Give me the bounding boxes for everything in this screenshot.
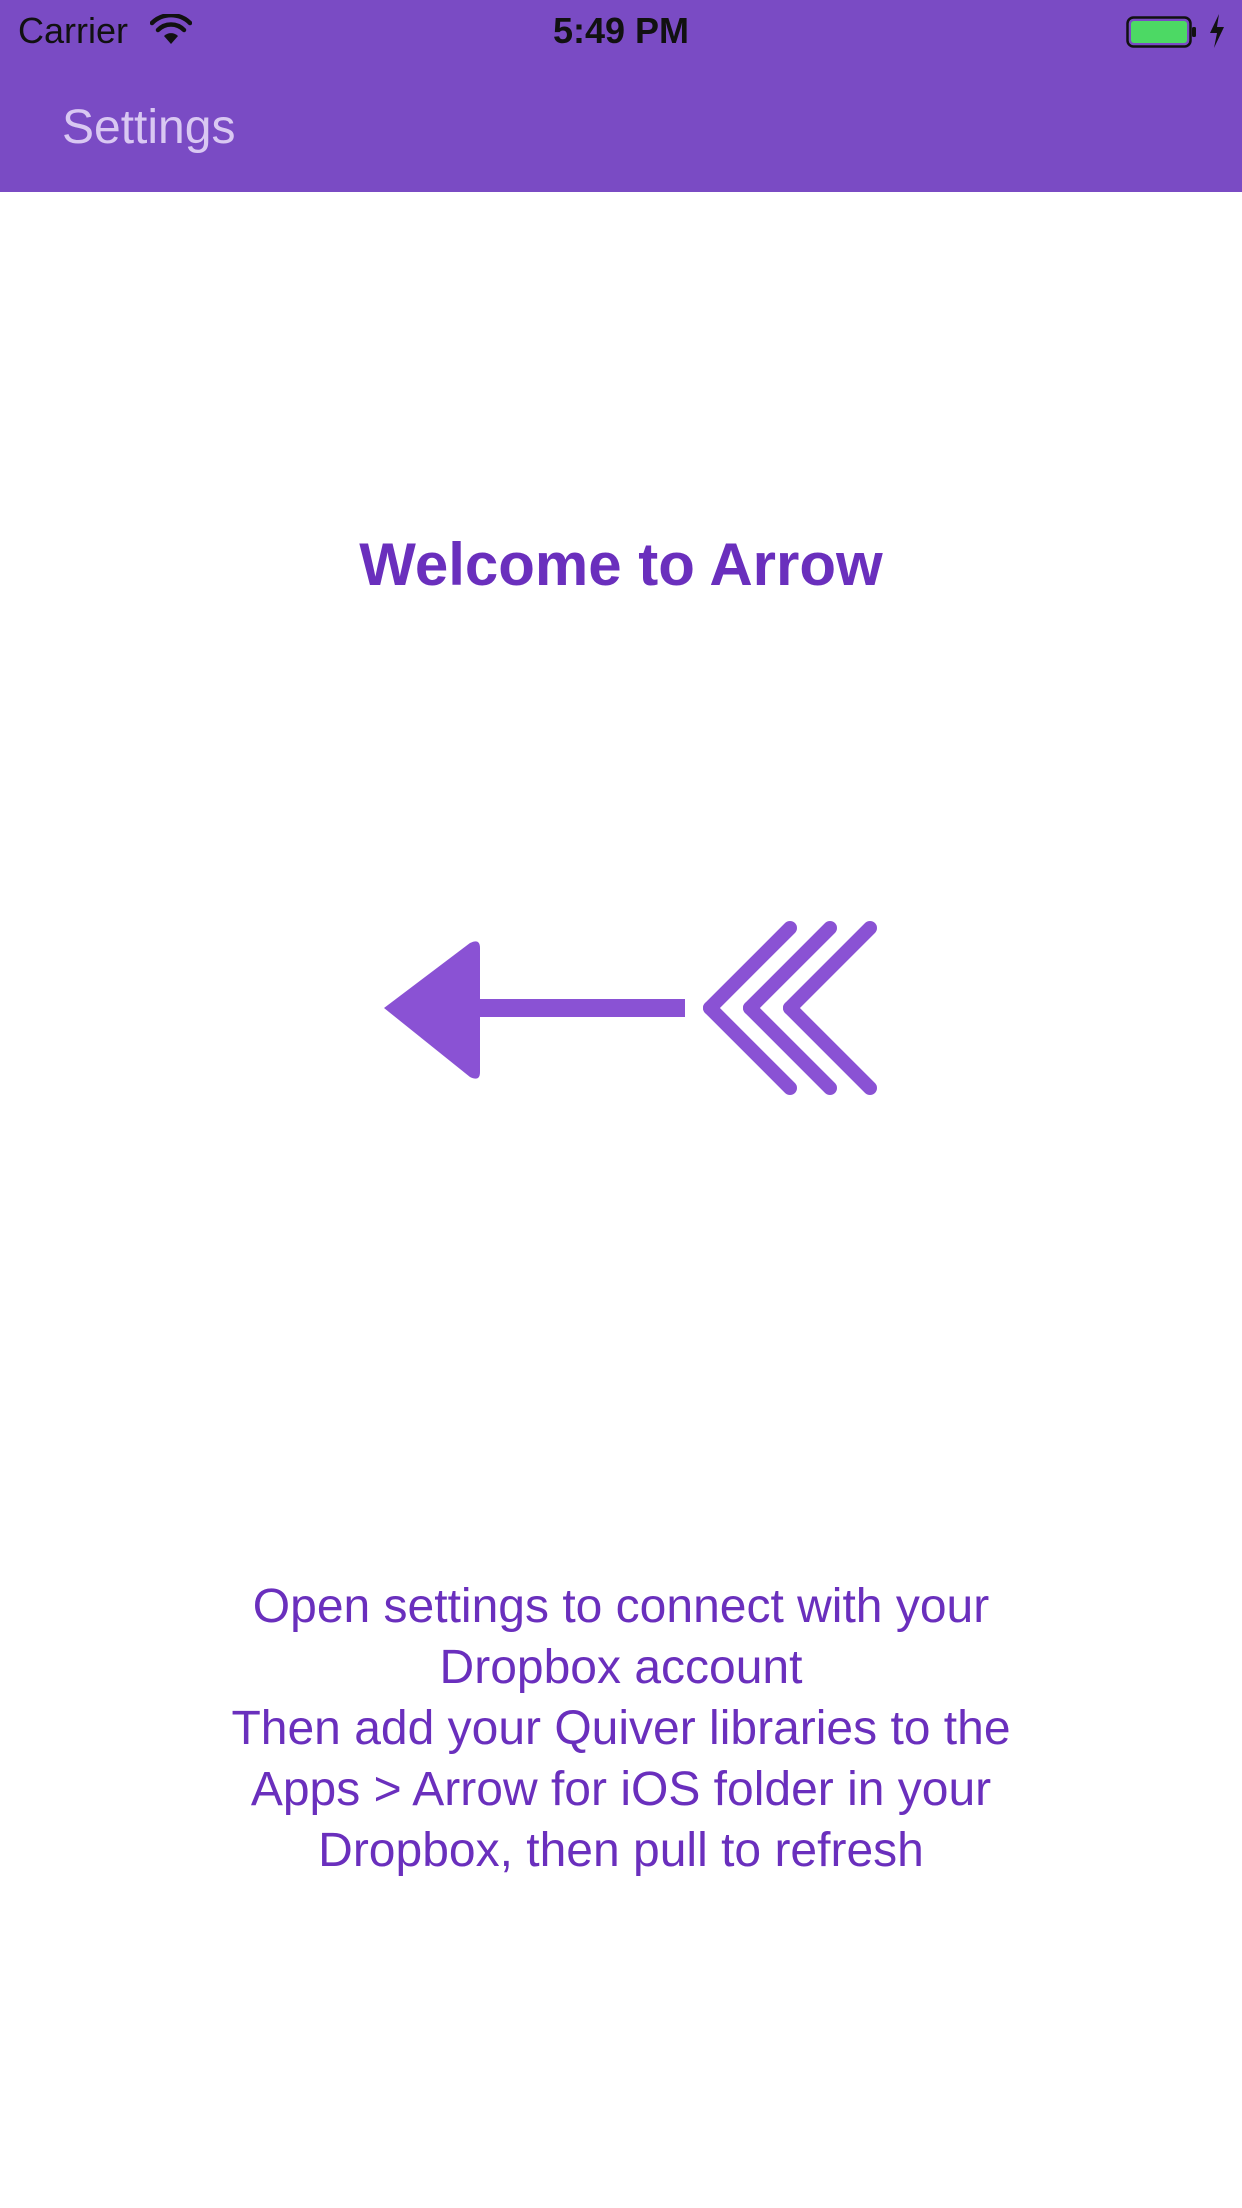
battery-charging-icon [1126, 16, 1196, 48]
navigation-bar: Carrier 5:49 PM Settings [0, 0, 1242, 192]
welcome-title: Welcome to Arrow [359, 531, 883, 598]
instruction-line: Then add your Quiver libraries to the [231, 1702, 1011, 1755]
instruction-line: Apps > Arrow for iOS folder in your [250, 1763, 992, 1816]
status-bar: Carrier 5:49 PM [0, 0, 1242, 60]
settings-button[interactable]: Settings [62, 100, 235, 156]
instruction-line: Dropbox, then pull to refresh [318, 1824, 924, 1877]
status-time: 5:49 PM [552, 10, 690, 51]
arrow-logo-icon [384, 921, 877, 1095]
instructions-text: Open settings to connect with your Dropb… [150, 1576, 1092, 1881]
charging-bolt-icon [1210, 14, 1224, 48]
instruction-line: Dropbox account [439, 1641, 803, 1694]
instruction-line: Open settings to connect with your [252, 1580, 990, 1633]
